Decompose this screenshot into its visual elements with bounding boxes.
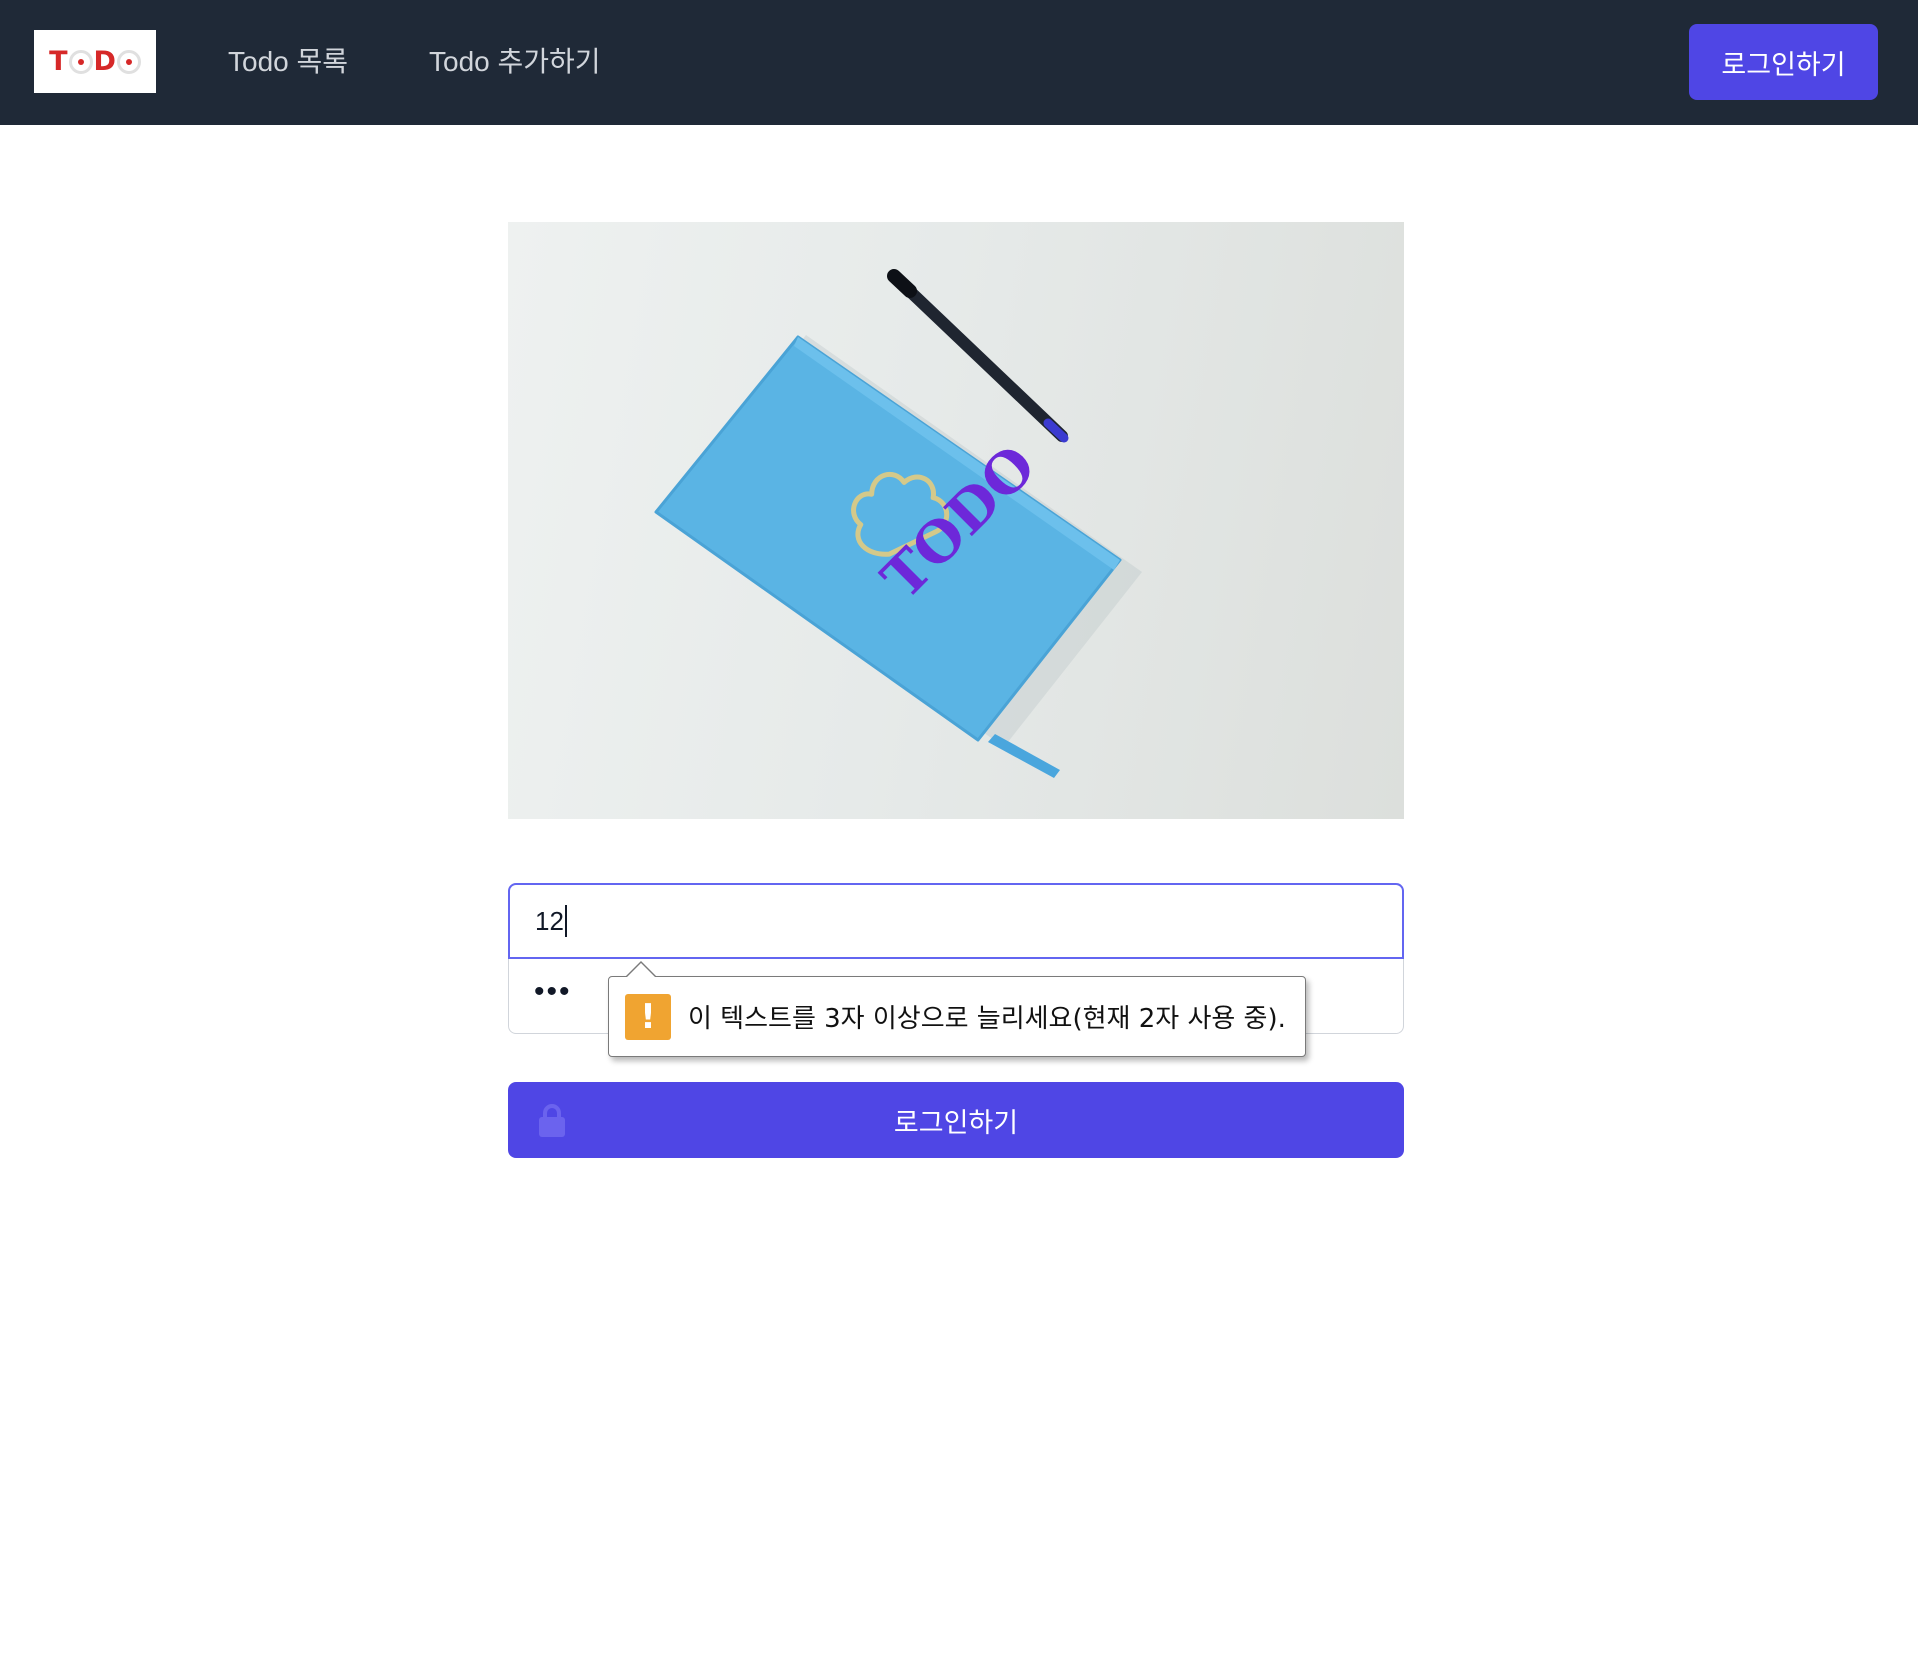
- logo-letter-o: [68, 49, 93, 74]
- nav-todo-list[interactable]: Todo 목록: [228, 44, 348, 80]
- logo-letter-t: T: [49, 46, 68, 77]
- hero-notebook-image: TODO: [508, 222, 1404, 819]
- top-navbar: T D Todo 목록 Todo 추가하기 로그인하기: [0, 0, 1918, 125]
- header-login-button[interactable]: 로그인하기: [1689, 24, 1878, 100]
- password-value: •••: [534, 975, 572, 1008]
- text-caret: [564, 905, 567, 937]
- lock-icon: [539, 1104, 565, 1137]
- warning-icon: !: [625, 993, 671, 1040]
- nav-todo-add[interactable]: Todo 추가하기: [429, 44, 601, 80]
- todo-logo[interactable]: T D: [34, 30, 156, 93]
- pen: [887, 269, 1069, 443]
- notebook-photo-illustration: TODO: [654, 269, 1142, 778]
- logo-letter-o2: [116, 49, 141, 74]
- bookmark-ribbon: [988, 734, 1060, 778]
- logo-wordmark: T D: [49, 48, 141, 75]
- login-submit-label: 로그인하기: [893, 1107, 1019, 1138]
- validation-message: 이 텍스트를 3자 이상으로 늘리세요(현재 2자 사용 중).: [688, 1004, 1286, 1034]
- validation-tooltip: ! 이 텍스트를 3자 이상으로 늘리세요(현재 2자 사용 중).: [608, 961, 1306, 1057]
- user-id-value: 12: [535, 905, 564, 936]
- user-id-input[interactable]: 12: [508, 883, 1404, 959]
- login-submit-button[interactable]: 로그인하기: [508, 1082, 1404, 1158]
- logo-letter-d: D: [93, 46, 116, 77]
